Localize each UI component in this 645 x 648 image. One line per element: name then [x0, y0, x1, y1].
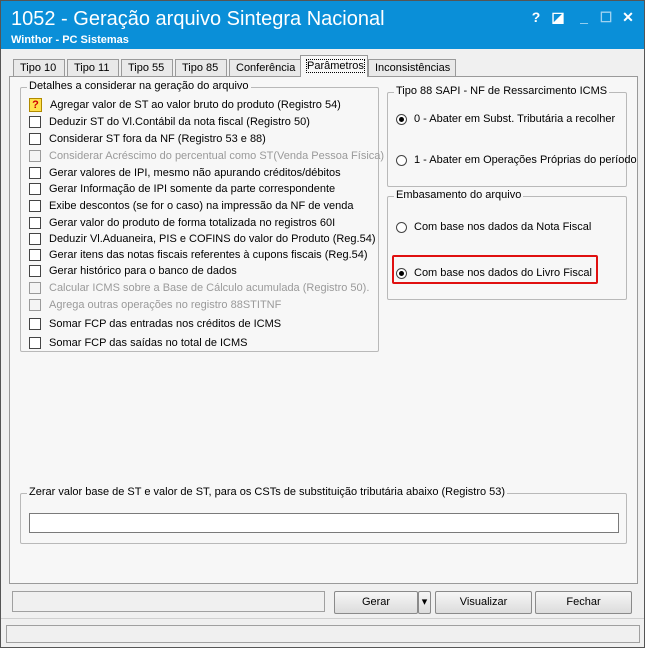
checkbox-label: Calcular ICMS sobre a Base de Cálculo ac… [49, 282, 370, 294]
checkbox-label: Considerar ST fora da NF (Registro 53 e … [49, 133, 266, 145]
tab-conferencia[interactable]: Conferência [229, 59, 301, 77]
checkbox-label: Somar FCP das entradas nos créditos de I… [49, 318, 282, 330]
checkbox-row-calcular-icms: Calcular ICMS sobre a Base de Cálculo ac… [29, 280, 369, 296]
embasamento-group: Embasamento do arquivo Com base nos dado… [387, 189, 627, 300]
checkbox-row-considerar-st[interactable]: Considerar ST fora da NF (Registro 53 e … [29, 131, 266, 147]
checkbox-row-acrescimo: Considerar Acréscimo do percentual como … [29, 148, 384, 164]
radio-abater-proprias[interactable]: 1 - Abater em Operações Próprias do perí… [396, 152, 637, 168]
tab-tipo-11[interactable]: Tipo 11 [67, 59, 119, 77]
radio-label: 0 - Abater em Subst. Tributária a recolh… [414, 113, 616, 125]
checkbox[interactable] [29, 217, 41, 229]
checkbox[interactable] [29, 200, 41, 212]
checkbox-row-agrega-outras: Agrega outras operações no registro 88ST… [29, 297, 281, 313]
checkbox-row-gerar-ipi[interactable]: Gerar valores de IPI, mesmo não apurando… [29, 165, 341, 181]
checkbox[interactable] [29, 318, 41, 330]
checkbox-label: Gerar Informação de IPI somente da parte… [49, 183, 336, 195]
checkbox-label: Deduzir Vl.Aduaneira, PIS e COFINS do va… [49, 233, 376, 245]
window-subtitle: Winthor - PC Sistemas [11, 34, 129, 46]
close-icon[interactable]: ✕ [619, 9, 637, 25]
gerar-button[interactable]: Gerar [334, 591, 418, 614]
checkbox[interactable] [29, 183, 41, 195]
fechar-label: Fechar [566, 596, 601, 608]
cst-input[interactable] [29, 513, 619, 533]
tab-inconsistencias[interactable]: Inconsistências [368, 59, 456, 77]
checkbox-row-fcp-entradas[interactable]: Somar FCP das entradas nos créditos de I… [29, 316, 281, 332]
radio-button[interactable] [396, 267, 407, 279]
embasamento-legend: Embasamento do arquivo [394, 189, 524, 201]
gerar-dropdown-button[interactable]: ▾ [418, 591, 431, 614]
zerar-group: Zerar valor base de ST e valor de ST, pa… [20, 486, 627, 544]
checkbox-row-historico[interactable]: Gerar histórico para o banco de dados [29, 263, 237, 279]
radio-livro-fiscal[interactable]: Com base nos dados do Livro Fiscal [396, 265, 592, 281]
radio-nota-fiscal[interactable]: Com base nos dados da Nota Fiscal [396, 219, 591, 235]
tab-tipo-85[interactable]: Tipo 85 [175, 59, 227, 77]
visualizar-button[interactable]: Visualizar [435, 591, 532, 614]
fechar-button[interactable]: Fechar [535, 591, 632, 614]
checkbox-label: Considerar Acréscimo do percentual como … [49, 150, 385, 162]
checkbox-row-valor-totalizado[interactable]: Gerar valor do produto de forma totaliza… [29, 215, 335, 231]
title-bar: 1052 - Geração arquivo Sintegra Nacional… [1, 1, 644, 49]
checkbox-row-fcp-saidas[interactable]: Somar FCP das saídas no total de ICMS [29, 335, 248, 351]
visualizar-label: Visualizar [459, 596, 508, 608]
checkbox-label: Gerar valores de IPI, mesmo não apurando… [49, 167, 341, 179]
checkbox [29, 150, 41, 162]
checkbox [29, 282, 41, 294]
radio-button[interactable] [396, 154, 407, 166]
checkbox-row-info-ipi[interactable]: Gerar Informação de IPI somente da parte… [29, 181, 335, 197]
checkbox-label: Agregar valor de ST ao valor bruto do pr… [50, 99, 341, 111]
details-group: Detalhes a considerar na geração do arqu… [20, 80, 384, 352]
parametros-panel: Detalhes a considerar na geração do arqu… [9, 76, 638, 584]
tipo88-group: Tipo 88 SAPI - NF de Ressarcimento ICMS … [387, 85, 637, 187]
separator [1, 618, 644, 619]
radio-abater-subst[interactable]: 0 - Abater em Subst. Tributária a recolh… [396, 111, 615, 127]
checkbox[interactable] [29, 133, 41, 145]
minimize-icon[interactable]: _ [575, 9, 593, 25]
checkbox-label: Deduzir ST do Vl.Contábil da nota fiscal… [49, 116, 310, 128]
checkbox-label: Somar FCP das saídas no total de ICMS [49, 337, 248, 349]
checkbox[interactable] [29, 265, 41, 277]
progress-field [12, 591, 325, 612]
gerar-label: Gerar [361, 596, 391, 608]
details-legend: Detalhes a considerar na geração do arqu… [27, 80, 251, 92]
checkbox[interactable] [29, 116, 41, 128]
tab-tipo-55[interactable]: Tipo 55 [121, 59, 173, 77]
checkbox-row-aduaneira[interactable]: Deduzir Vl.Aduaneira, PIS e COFINS do va… [29, 231, 376, 247]
radio-button[interactable] [396, 221, 407, 233]
radio-label: Com base nos dados do Livro Fiscal [414, 267, 592, 279]
checkbox[interactable] [29, 337, 41, 349]
help-icon[interactable]: ? [527, 9, 545, 25]
checkbox[interactable] [29, 167, 41, 179]
checkbox-label: Agrega outras operações no registro 88ST… [49, 299, 282, 311]
maximize-icon[interactable]: ☐ [597, 9, 615, 25]
radio-button[interactable] [396, 113, 407, 125]
window-title: 1052 - Geração arquivo Sintegra Nacional [11, 8, 385, 30]
checkbox-row-cupons[interactable]: Gerar itens das notas fiscais referentes… [29, 247, 368, 263]
restore-icon[interactable]: ◪ [549, 9, 567, 25]
tab-tipo-10[interactable]: Tipo 10 [13, 59, 65, 77]
app-window: 1052 - Geração arquivo Sintegra Nacional… [0, 0, 645, 648]
checkbox-label: Gerar histórico para o banco de dados [49, 265, 237, 277]
checkbox-row-deduzir-st[interactable]: Deduzir ST do Vl.Contábil da nota fiscal… [29, 114, 310, 130]
checkbox-label: Gerar valor do produto de forma totaliza… [49, 217, 336, 229]
status-bar [6, 625, 640, 643]
checkbox [29, 299, 41, 311]
checkbox-row-descontos[interactable]: Exibe descontos (se for o caso) na impre… [29, 198, 354, 214]
checkbox[interactable] [29, 233, 41, 245]
question-icon: ? [29, 98, 42, 112]
tipo88-legend: Tipo 88 SAPI - NF de Ressarcimento ICMS [394, 85, 610, 97]
checkbox-label: Gerar itens das notas fiscais referentes… [49, 249, 368, 261]
checkbox-label: Exibe descontos (se for o caso) na impre… [49, 200, 354, 212]
radio-label: Com base nos dados da Nota Fiscal [414, 221, 592, 233]
tab-parametros[interactable]: Parâmetros [300, 55, 368, 77]
checkbox-row-agregar-st[interactable]: ? Agregar valor de ST ao valor bruto do … [29, 97, 341, 113]
zerar-legend: Zerar valor base de ST e valor de ST, pa… [27, 486, 508, 498]
chevron-down-icon: ▾ [421, 596, 428, 608]
checkbox[interactable] [29, 249, 41, 261]
radio-label: 1 - Abater em Operações Próprias do perí… [414, 154, 637, 166]
